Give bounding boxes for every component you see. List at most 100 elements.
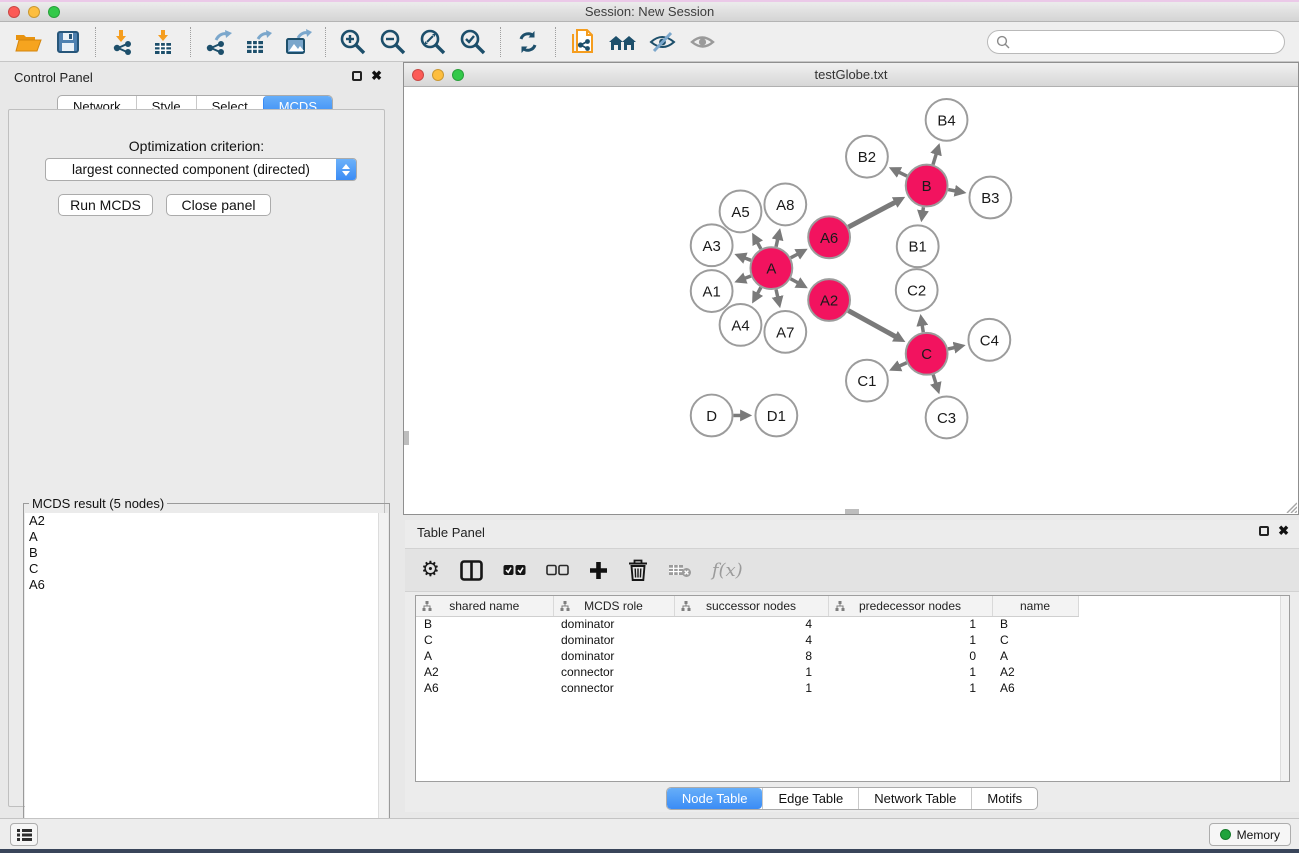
new-network-from-file-icon[interactable] (563, 25, 603, 59)
column-selector-icon[interactable] (460, 557, 483, 583)
import-network-icon[interactable] (103, 25, 143, 59)
mcds-result-item[interactable]: A (25, 529, 388, 545)
graph-edge-B-B4[interactable] (933, 152, 937, 164)
graph-edge-C-C1[interactable] (898, 363, 907, 367)
graph-node-A8[interactable]: A8 (764, 184, 806, 226)
table-scrollbar[interactable] (1280, 596, 1289, 781)
graph-edge-A-A5[interactable] (757, 241, 761, 249)
deselect-all-icon[interactable] (546, 557, 569, 583)
close-panel-button[interactable]: Close panel (166, 194, 271, 216)
network-canvas[interactable]: A A1 A2 A3 A4 A5 A6 A7 A8 B B1 B2 B3B4 C C1 C2 C3C4 D D1 (404, 87, 1298, 514)
graph-edge-B-B2[interactable] (897, 171, 907, 176)
hide-graphics-icon[interactable] (643, 25, 683, 59)
graph-node-C1[interactable]: C1 (846, 360, 888, 402)
search-input[interactable] (1010, 35, 1284, 49)
tab-edge-table[interactable]: Edge Table (762, 788, 858, 809)
graph-node-A7[interactable]: A7 (764, 311, 806, 353)
graph-edge-A-A1[interactable] (743, 276, 751, 279)
table-row[interactable]: A6connector11A6 (416, 680, 1282, 696)
task-history-button[interactable] (10, 823, 38, 846)
graph-node-A[interactable]: A (750, 247, 792, 289)
horizontal-scroll-thumb[interactable] (845, 509, 859, 514)
graph-node-B[interactable]: B (906, 165, 948, 207)
graph-edge-A2-C[interactable] (848, 311, 897, 338)
delete-column-icon[interactable] (628, 557, 648, 583)
save-session-icon[interactable] (48, 25, 88, 59)
function-builder-icon[interactable]: f(x) (712, 557, 743, 583)
mcds-result-item[interactable]: C (25, 561, 388, 577)
run-mcds-button[interactable]: Run MCDS (58, 194, 153, 216)
column-header-mcds-role[interactable]: MCDS role (553, 596, 674, 616)
list-scrollbar[interactable] (378, 513, 388, 846)
memory-button[interactable]: Memory (1209, 823, 1291, 846)
table-row[interactable]: Bdominator41B (416, 616, 1282, 632)
tab-network-table[interactable]: Network Table (858, 788, 971, 809)
table-row[interactable]: A2connector11A2 (416, 664, 1282, 680)
graph-node-D[interactable]: D (691, 395, 733, 437)
export-table-icon[interactable] (238, 25, 278, 59)
zoom-out-icon[interactable] (373, 25, 413, 59)
graph-edge-A-A4[interactable] (757, 287, 761, 295)
graph-node-C[interactable]: C (906, 333, 948, 375)
graph-node-A1[interactable]: A1 (691, 270, 733, 312)
graph-node-A4[interactable]: A4 (720, 304, 762, 346)
criterion-select[interactable]: largest connected component (directed) (45, 158, 357, 181)
add-column-icon[interactable] (589, 557, 608, 583)
graph-node-B4[interactable]: B4 (926, 99, 968, 141)
mcds-result-item[interactable]: A2 (25, 513, 388, 529)
graph-edge-A-A3[interactable] (743, 257, 751, 260)
import-table-icon[interactable] (143, 25, 183, 59)
zoom-in-icon[interactable] (333, 25, 373, 59)
column-header-name[interactable]: name (992, 596, 1078, 616)
graph-node-A6[interactable]: A6 (808, 216, 850, 258)
graph-edge-C-C2[interactable] (922, 323, 923, 332)
delete-table-icon[interactable] (668, 557, 692, 583)
graph-node-B3[interactable]: B3 (969, 177, 1011, 219)
graph-node-B1[interactable]: B1 (897, 225, 939, 267)
table-row[interactable]: Adominator80A (416, 648, 1282, 664)
graph-node-D1[interactable]: D1 (755, 395, 797, 437)
graph-node-A2[interactable]: A2 (808, 279, 850, 321)
column-header-successor-nodes[interactable]: successor nodes (674, 596, 828, 616)
graph-node-A3[interactable]: A3 (691, 224, 733, 266)
mcds-result-item[interactable]: B (25, 545, 388, 561)
tab-node-table[interactable]: Node Table (667, 788, 763, 809)
graph-edge-A-A2[interactable] (791, 279, 800, 284)
graph-edge-B-B3[interactable] (948, 190, 957, 192)
show-graphics-icon[interactable] (683, 25, 723, 59)
open-session-icon[interactable] (8, 25, 48, 59)
export-image-icon[interactable] (278, 25, 318, 59)
graph-edge-B-B1[interactable] (923, 207, 924, 213)
zoom-selected-icon[interactable] (453, 25, 493, 59)
mcds-result-item[interactable]: A6 (25, 577, 388, 593)
float-table-panel-icon[interactable] (1259, 526, 1269, 536)
graph-node-C3[interactable]: C3 (926, 397, 968, 439)
graph-edge-C-C4[interactable] (948, 347, 956, 349)
graph-edge-A-A8[interactable] (776, 238, 778, 247)
column-header-shared-name[interactable]: shared name (416, 596, 553, 616)
float-panel-icon[interactable] (352, 71, 362, 81)
resize-grip-icon[interactable] (1284, 500, 1297, 513)
refresh-icon[interactable] (508, 25, 548, 59)
settings-gear-icon[interactable]: ⚙ (421, 557, 440, 583)
graph-node-A5[interactable]: A5 (720, 191, 762, 233)
home-icon[interactable] (603, 25, 643, 59)
select-all-icon[interactable] (503, 557, 526, 583)
graph-edge-A-A7[interactable] (776, 290, 778, 299)
graph-edge-A-A6[interactable] (791, 253, 800, 258)
close-panel-icon[interactable]: ✖ (371, 70, 382, 82)
export-network-icon[interactable] (198, 25, 238, 59)
vertical-scroll-thumb[interactable] (404, 431, 409, 445)
graph-edge-A6-B[interactable] (848, 201, 896, 227)
tab-motifs[interactable]: Motifs (971, 788, 1037, 809)
node-table-container: shared nameMCDS rolesuccessor nodesprede… (415, 595, 1290, 782)
graph-node-C4[interactable]: C4 (968, 319, 1010, 361)
column-header-predecessor-nodes[interactable]: predecessor nodes (828, 596, 992, 616)
table-row[interactable]: Cdominator41C (416, 632, 1282, 648)
close-table-panel-icon[interactable]: ✖ (1278, 525, 1289, 537)
graph-node-C2[interactable]: C2 (896, 269, 938, 311)
graph-edge-C-C3[interactable] (933, 375, 936, 385)
graph-node-B2[interactable]: B2 (846, 136, 888, 178)
network-graph[interactable]: A A1 A2 A3 A4 A5 A6 A7 A8 B B1 B2 B3B4 C C1 C2 C3C4 D D1 (404, 87, 1298, 514)
zoom-fit-icon[interactable] (413, 25, 453, 59)
